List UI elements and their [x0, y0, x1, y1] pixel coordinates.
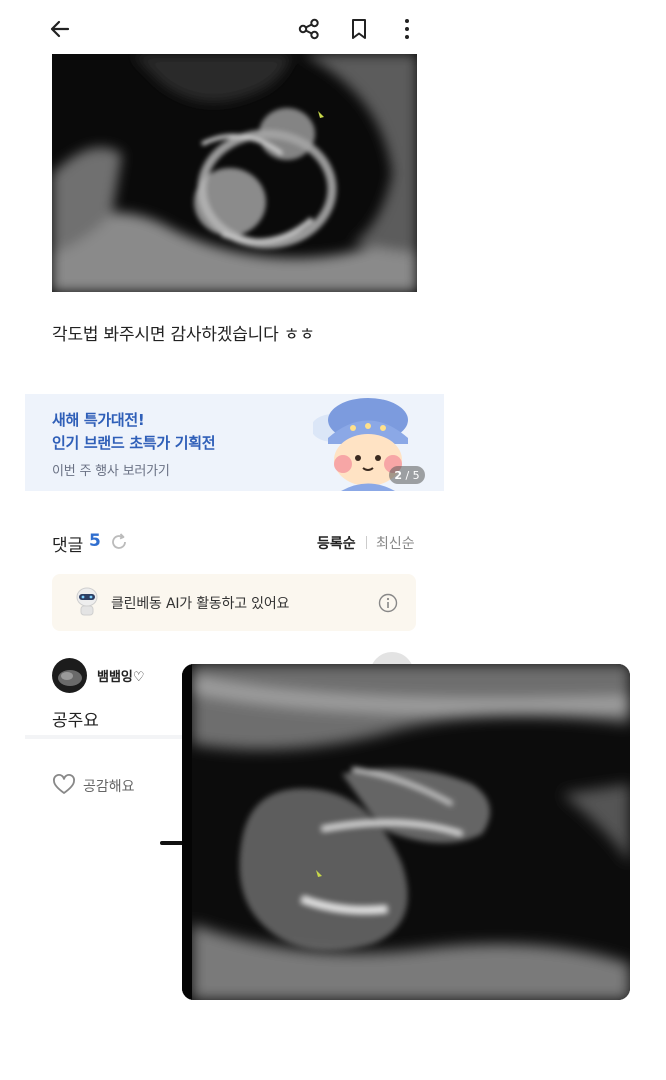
- avatar[interactable]: [52, 658, 87, 693]
- popup-edge: [182, 664, 192, 1000]
- ai-notice-text: 클린베동 AI가 활동하고 있어요: [111, 596, 290, 612]
- share-icon: [298, 18, 319, 40]
- post-image[interactable]: [52, 54, 417, 292]
- heart-outline-icon: [53, 774, 75, 794]
- top-bar: [0, 0, 666, 56]
- ultrasound-image: [52, 54, 417, 292]
- comments-header: 댓글 5 등록순 최신순: [52, 531, 418, 556]
- ai-notice: 클린베동 AI가 활동하고 있어요: [52, 574, 416, 631]
- robot-icon: [76, 587, 98, 616]
- post-text: 각도법 봐주시면 감사하겠습니다 ㅎㅎ: [52, 325, 315, 345]
- back-button[interactable]: [44, 13, 76, 45]
- bookmark-button[interactable]: [343, 13, 375, 45]
- banner-subheadline: 인기 브랜드 초특가 기획전: [52, 434, 216, 452]
- comments-count: 5: [89, 531, 101, 551]
- banner-link-text: 이번 주 행사 보러가기: [52, 464, 170, 479]
- refresh-icon[interactable]: [109, 532, 129, 552]
- pager-total: / 5: [405, 468, 420, 482]
- avatar-image: [58, 670, 82, 686]
- share-button[interactable]: [293, 13, 325, 45]
- promo-banner[interactable]: 새해 특가대전! 인기 브랜드 초특가 기획전 이번 주 행사 보러가기 2 /…: [25, 394, 444, 491]
- bookmark-icon: [352, 19, 366, 39]
- more-vertical-icon: [405, 19, 409, 39]
- image-popup[interactable]: [182, 664, 630, 1000]
- comment-text: 공주요: [52, 711, 99, 731]
- arrow-left-icon: [50, 20, 70, 38]
- comments-title: 댓글: [52, 536, 84, 556]
- banner-headline: 새해 특가대전!: [52, 411, 145, 429]
- comment-divider: [25, 735, 205, 739]
- banner-pager: 2 / 5: [389, 466, 425, 484]
- info-icon[interactable]: [378, 593, 398, 613]
- sort-registered-button[interactable]: 등록순: [317, 533, 356, 553]
- sort-latest-button[interactable]: 최신순: [376, 533, 415, 553]
- comment-username[interactable]: 뱀뱀잉♡: [97, 666, 145, 685]
- more-button[interactable]: [391, 13, 423, 45]
- sort-divider: [366, 536, 367, 549]
- like-label: 공감해요: [83, 779, 135, 795]
- ultrasound-zoom-image: [182, 664, 630, 1000]
- pager-current: 2: [394, 468, 402, 482]
